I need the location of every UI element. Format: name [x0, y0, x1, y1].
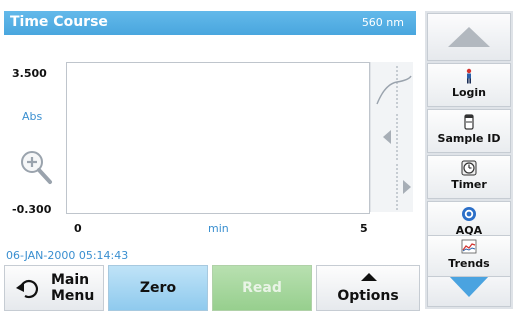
graph-controls [370, 62, 413, 212]
login-button[interactable]: Login [427, 63, 511, 107]
timestamp: 06-JAN-2000 05:14:43 [6, 249, 129, 262]
login-label: Login [451, 86, 487, 99]
read-button: Read [212, 265, 312, 311]
wavelength-label: 560 nm [361, 16, 404, 29]
read-label: Read [242, 280, 282, 296]
timer-button[interactable]: Timer [427, 155, 511, 199]
sample-id-button[interactable]: Sample ID [427, 109, 511, 153]
options-up-arrow-icon [361, 273, 377, 281]
zero-button[interactable]: Zero [108, 265, 208, 311]
x-axis-max-label: 5 [360, 222, 368, 235]
trends-button[interactable]: Trends [427, 235, 511, 277]
sample-id-label: Sample ID [437, 132, 501, 145]
graph-autoscale-button[interactable] [371, 62, 413, 112]
main-menu-label-line2: Menu [51, 288, 95, 304]
main-menu-label-line1: Main [51, 272, 90, 288]
page-title: Time Course [10, 14, 108, 30]
y-axis-unit-label: Abs [22, 110, 43, 123]
title-bar: Time Course 560 nm [4, 11, 416, 35]
main-menu-button[interactable]: Main Menu [4, 265, 104, 311]
aqa-icon [462, 207, 476, 221]
sample-vial-icon [464, 114, 474, 130]
x-axis-unit-label: min [208, 222, 229, 235]
graph-cursor-right-button[interactable] [371, 162, 413, 212]
login-person-icon [466, 68, 472, 84]
arrow-right-icon [396, 164, 411, 210]
graph-cursor-left-button[interactable] [371, 112, 413, 162]
trends-chart-icon [461, 239, 477, 254]
graph-plot-area [66, 62, 370, 214]
y-axis-max-label: 3.500 [12, 67, 47, 80]
options-button[interactable]: Options [316, 265, 420, 311]
curve-icon [376, 66, 412, 108]
x-axis-min-label: 0 [74, 222, 82, 235]
timer-icon [461, 160, 477, 176]
zoom-in-icon[interactable] [18, 148, 54, 186]
scroll-up-button[interactable] [427, 13, 511, 61]
bottom-toolbar: Main Menu Zero Read Options [4, 265, 420, 311]
trends-label: Trends [448, 257, 490, 270]
options-label: Options [337, 288, 399, 304]
timer-label: Timer [451, 178, 487, 191]
y-axis-min-label: -0.300 [12, 203, 52, 216]
arrow-up-icon [448, 27, 490, 47]
zero-label: Zero [139, 280, 177, 296]
back-arrow-icon [16, 279, 38, 299]
arrow-left-icon [383, 114, 398, 160]
